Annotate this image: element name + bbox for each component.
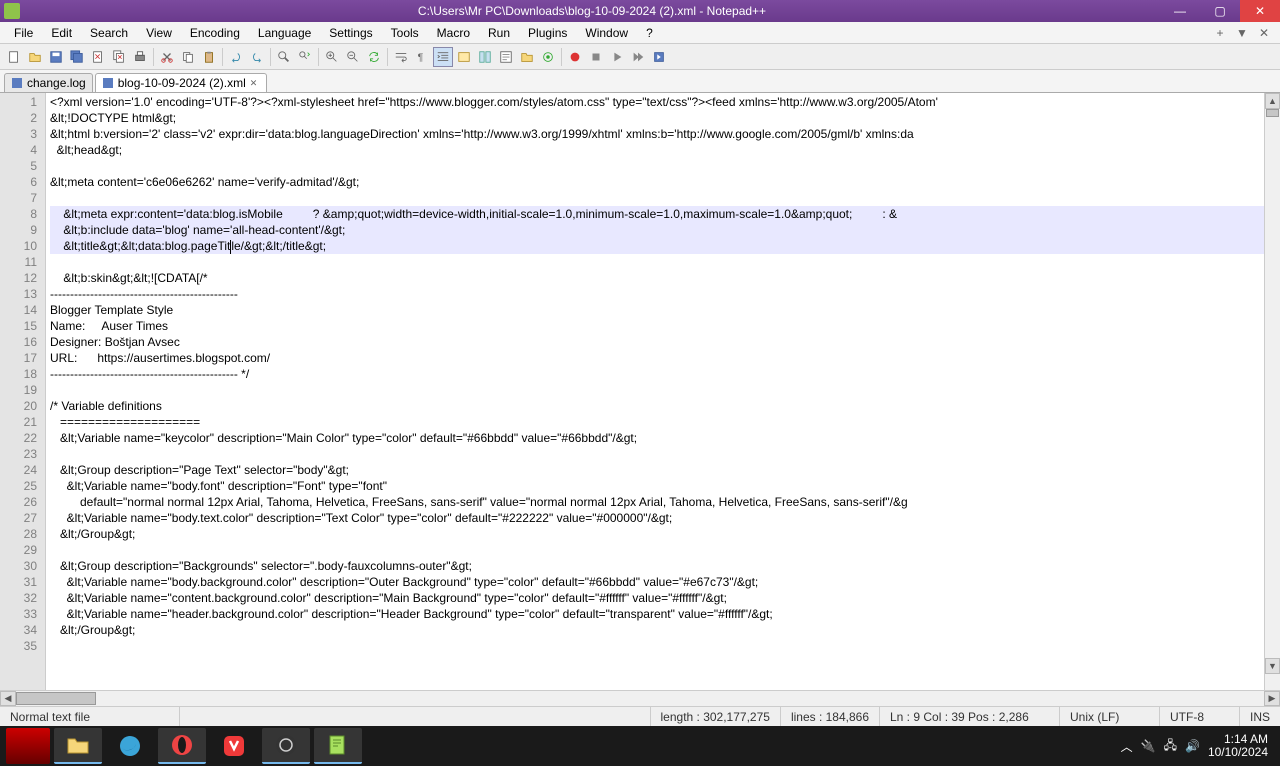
userlang-icon[interactable] — [454, 47, 474, 67]
dropdown-button[interactable]: ▼ — [1232, 26, 1252, 40]
status-lines: lines : 184,866 — [781, 707, 880, 726]
tab-close-icon[interactable]: ✕ — [250, 78, 260, 88]
macro-playmulti-icon[interactable] — [628, 47, 648, 67]
taskbar-vivaldi[interactable] — [210, 728, 258, 764]
indent-icon[interactable] — [433, 47, 453, 67]
tab-change-log[interactable]: change.log — [4, 73, 93, 92]
scroll-right-icon[interactable]: ▶ — [1264, 691, 1280, 706]
closetab-button[interactable]: ✕ — [1254, 26, 1274, 40]
saveall-icon[interactable] — [67, 47, 87, 67]
window-title: C:\Users\Mr PC\Downloads\blog-10-09-2024… — [24, 4, 1160, 18]
line-gutter: 1234567891011121314151617181920212223242… — [0, 93, 46, 690]
statusbar: Normal text file length : 302,177,275 li… — [0, 706, 1280, 726]
taskbar-opera[interactable] — [158, 728, 206, 764]
zoomout-icon[interactable] — [343, 47, 363, 67]
open-icon[interactable] — [25, 47, 45, 67]
window-titlebar: C:\Users\Mr PC\Downloads\blog-10-09-2024… — [0, 0, 1280, 22]
tray-date: 10/10/2024 — [1208, 746, 1268, 759]
menu-window[interactable]: Window — [577, 24, 636, 42]
scroll-thumb[interactable] — [1266, 109, 1279, 117]
tray-chevron-icon[interactable]: ︿ — [1121, 738, 1133, 755]
menu-plugins[interactable]: Plugins — [520, 24, 575, 42]
code-area[interactable]: <?xml version='1.0' encoding='UTF-8'?><?… — [46, 93, 1264, 690]
file-icon — [11, 77, 23, 89]
minimize-button[interactable]: — — [1160, 0, 1200, 22]
macro-record-icon[interactable] — [565, 47, 585, 67]
find-icon[interactable] — [274, 47, 294, 67]
taskbar-obs[interactable] — [262, 728, 310, 764]
macro-save-icon[interactable] — [649, 47, 669, 67]
taskbar-explorer[interactable] — [54, 728, 102, 764]
replace-icon[interactable] — [295, 47, 315, 67]
menu-run[interactable]: Run — [480, 24, 518, 42]
allchars-icon[interactable]: ¶ — [412, 47, 432, 67]
tray-volume-icon[interactable]: 🔊 — [1185, 739, 1200, 753]
tab-blog-xml[interactable]: blog-10-09-2024 (2).xml ✕ — [95, 73, 267, 92]
menu-view[interactable]: View — [138, 24, 180, 42]
folder-icon[interactable] — [517, 47, 537, 67]
new-icon[interactable] — [4, 47, 24, 67]
start-button[interactable] — [6, 728, 50, 764]
macro-stop-icon[interactable] — [586, 47, 606, 67]
wordwrap-icon[interactable] — [391, 47, 411, 67]
status-length: length : 302,177,275 — [651, 707, 781, 726]
toolbar: ¶ — [0, 44, 1280, 70]
svg-text:¶: ¶ — [418, 51, 424, 63]
monitor-icon[interactable] — [538, 47, 558, 67]
sync-icon[interactable] — [364, 47, 384, 67]
status-mode[interactable]: INS — [1240, 707, 1280, 726]
menu-macro[interactable]: Macro — [429, 24, 478, 42]
horizontal-scrollbar[interactable]: ◀ ▶ — [0, 690, 1280, 706]
closefile-icon[interactable] — [88, 47, 108, 67]
functionlist-icon[interactable] — [496, 47, 516, 67]
macro-play-icon[interactable] — [607, 47, 627, 67]
status-encoding[interactable]: UTF-8 — [1160, 707, 1240, 726]
editor: 1234567891011121314151617181920212223242… — [0, 92, 1280, 690]
app-icon — [4, 3, 20, 19]
taskbar-notepadpp[interactable] — [314, 728, 362, 764]
menubar: File Edit Search View Encoding Language … — [0, 22, 1280, 44]
taskbar-edge[interactable] — [106, 728, 154, 764]
status-spacer — [180, 707, 651, 726]
menu-language[interactable]: Language — [250, 24, 319, 42]
cut-icon[interactable] — [157, 47, 177, 67]
taskbar: ︿ 🔌 🖧 🔊 1:14 AM 10/10/2024 — [0, 726, 1280, 766]
redo-icon[interactable] — [247, 47, 267, 67]
newtab-button[interactable]: + — [1210, 26, 1230, 40]
doclist-icon[interactable] — [475, 47, 495, 67]
tab-label: blog-10-09-2024 (2).xml — [118, 76, 246, 90]
scroll-left-icon[interactable]: ◀ — [0, 691, 16, 706]
scroll-down-icon[interactable]: ▼ — [1265, 658, 1280, 674]
close-button[interactable]: ✕ — [1240, 0, 1280, 22]
scroll-up-icon[interactable]: ▲ — [1265, 93, 1280, 109]
status-filetype: Normal text file — [0, 707, 180, 726]
menu-search[interactable]: Search — [82, 24, 136, 42]
menu-encoding[interactable]: Encoding — [182, 24, 248, 42]
menu-file[interactable]: File — [6, 24, 41, 42]
file-icon — [102, 77, 114, 89]
vertical-scrollbar[interactable]: ▲ ▼ — [1264, 93, 1280, 690]
tab-label: change.log — [27, 76, 86, 90]
system-tray[interactable]: ︿ 🔌 🖧 🔊 1:14 AM 10/10/2024 — [1121, 733, 1276, 759]
copy-icon[interactable] — [178, 47, 198, 67]
tray-clock[interactable]: 1:14 AM 10/10/2024 — [1208, 733, 1268, 759]
menu-edit[interactable]: Edit — [43, 24, 80, 42]
tray-time: 1:14 AM — [1208, 733, 1268, 746]
status-eol[interactable]: Unix (LF) — [1060, 707, 1160, 726]
hscroll-thumb[interactable] — [16, 692, 96, 705]
tray-network-icon[interactable]: 🖧 — [1164, 736, 1177, 757]
closeall-icon[interactable] — [109, 47, 129, 67]
tabbar: change.log blog-10-09-2024 (2).xml ✕ — [0, 70, 1280, 92]
status-position: Ln : 9 Col : 39 Pos : 2,286 — [880, 707, 1060, 726]
menu-settings[interactable]: Settings — [321, 24, 380, 42]
print-icon[interactable] — [130, 47, 150, 67]
save-icon[interactable] — [46, 47, 66, 67]
menu-help[interactable]: ? — [638, 24, 661, 42]
zoomin-icon[interactable] — [322, 47, 342, 67]
tray-power-icon[interactable]: 🔌 — [1141, 739, 1156, 753]
menu-tools[interactable]: Tools — [383, 24, 427, 42]
maximize-button[interactable]: ▢ — [1200, 0, 1240, 22]
paste-icon[interactable] — [199, 47, 219, 67]
undo-icon[interactable] — [226, 47, 246, 67]
